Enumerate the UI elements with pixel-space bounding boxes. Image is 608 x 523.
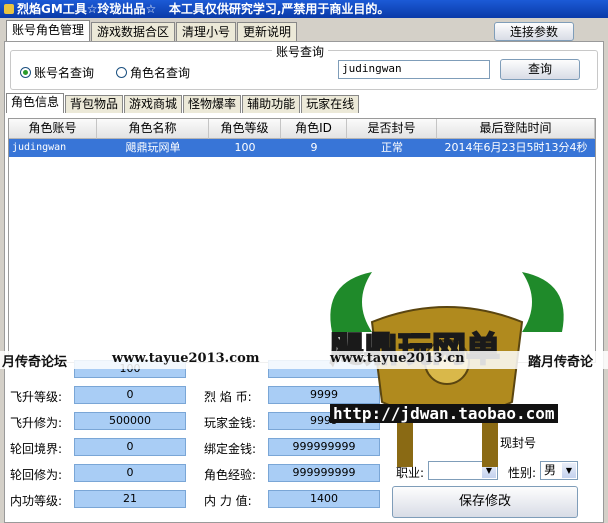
tab-helper[interactable]: 辅助功能 <box>242 95 301 113</box>
fly-level-field[interactable]: 0 <box>74 386 186 404</box>
sub-tabs: 角色信息 背包物品 游戏商城 怪物爆率 辅助功能 玩家在线 <box>6 93 360 115</box>
inner-power-label: 内 力 值: <box>204 494 252 508</box>
title-bar: 烈焰GM工具☆玲珑出品☆ 本工具仅供研究学习,严禁用于商业目的。 <box>0 0 608 18</box>
column-header[interactable]: 是否封号 <box>347 119 437 139</box>
inner-power-field[interactable]: 1400 <box>268 490 380 508</box>
reincarnation-xiuwei-field[interactable]: 0 <box>74 464 186 482</box>
tab-bag-items[interactable]: 背包物品 <box>65 95 124 113</box>
save-changes-button[interactable]: 保存修改 <box>392 486 578 518</box>
cell-role-id: 9 <box>310 141 318 154</box>
fly-level-label: 飞升等级: <box>10 390 63 404</box>
radio-unchecked-icon <box>116 67 127 78</box>
role-exp-label: 角色经验: <box>204 468 257 482</box>
player-gold-label: 玩家金钱: <box>204 416 257 430</box>
cell-account: judingwan <box>12 142 67 153</box>
logo-url: http://jdwan.taobao.com <box>330 404 558 423</box>
fly-xiuwei-field[interactable]: 500000 <box>74 412 186 430</box>
cell-role-name: 飓鼎玩网单 <box>125 141 181 154</box>
top-tabs: 账号角色管理 游戏数据合区 清理小号 更新说明 <box>6 20 298 42</box>
neigong-label: 内功等级: <box>10 494 63 508</box>
watermark-band: 月传奇论坛 www.tayue2013.com www.tayue2013.cn… <box>0 351 608 370</box>
watermark-url-com: www.tayue2013.com <box>112 351 260 366</box>
watermark-url-cn: www.tayue2013.cn <box>330 351 465 366</box>
tab-monster-drops[interactable]: 怪物爆率 <box>183 95 242 113</box>
cell-ban-status: 正常 <box>381 141 403 154</box>
radio-role-query[interactable]: 角色名查询 <box>116 64 190 81</box>
cell-level: 100 <box>234 141 256 154</box>
query-button[interactable]: 查询 <box>500 59 580 80</box>
tab-merge-data[interactable]: 游戏数据合区 <box>91 22 176 41</box>
column-header[interactable]: 角色ID <box>281 119 347 139</box>
column-header[interactable]: 角色等级 <box>209 119 281 139</box>
bound-gold-label: 绑定金钱: <box>204 442 257 456</box>
fly-xiuwei-label: 飞升修为: <box>10 416 63 430</box>
window-title: 烈焰GM工具☆玲珑出品☆ <box>17 2 157 16</box>
watermark-left: 月传奇论坛 <box>2 355 68 370</box>
watermark-logo <box>330 272 564 467</box>
column-header[interactable]: 角色账号 <box>9 119 97 139</box>
account-search-input[interactable]: judingwan <box>338 60 490 79</box>
tab-players-online[interactable]: 玩家在线 <box>301 95 360 113</box>
tab-role-info[interactable]: 角色信息 <box>6 93 65 113</box>
cell-last-login: 2014年6月23日5时13分4秒 <box>444 141 588 154</box>
watermark-right: 踏月传奇论 <box>528 355 594 370</box>
column-header[interactable]: 角色名称 <box>97 119 209 139</box>
logo-leaf-right <box>522 272 564 332</box>
tab-game-mall[interactable]: 游戏商城 <box>124 95 183 113</box>
tab-changelog[interactable]: 更新说明 <box>237 22 298 41</box>
neigong-field[interactable]: 21 <box>74 490 186 508</box>
tab-account-role[interactable]: 账号角色管理 <box>6 20 91 41</box>
app-icon <box>4 4 14 14</box>
table-row[interactable]: judingwan 飓鼎玩网单 100 9 正常 2014年6月23日5时13分… <box>9 139 595 157</box>
grid-header: 角色账号 角色名称 角色等级 角色ID 是否封号 最后登陆时间 <box>9 119 595 139</box>
disclaimer-text: 本工具仅供研究学习,严禁用于商业目的。 <box>168 2 390 16</box>
connect-settings-button[interactable]: 连接参数 <box>494 22 574 41</box>
reincarnation-xiuwei-label: 轮回修为: <box>10 468 63 482</box>
reincarnation-label: 轮回境界: <box>10 442 63 456</box>
column-header[interactable]: 最后登陆时间 <box>437 119 595 139</box>
lieyan-coin-label: 烈 焰 币: <box>204 390 252 404</box>
reincarnation-field[interactable]: 0 <box>74 438 186 456</box>
radio-account-query[interactable]: 账号名查询 <box>20 64 94 81</box>
tab-clean-accounts[interactable]: 清理小号 <box>176 22 237 41</box>
radio-checked-icon <box>20 67 31 78</box>
query-group-title: 账号查询 <box>272 43 329 60</box>
